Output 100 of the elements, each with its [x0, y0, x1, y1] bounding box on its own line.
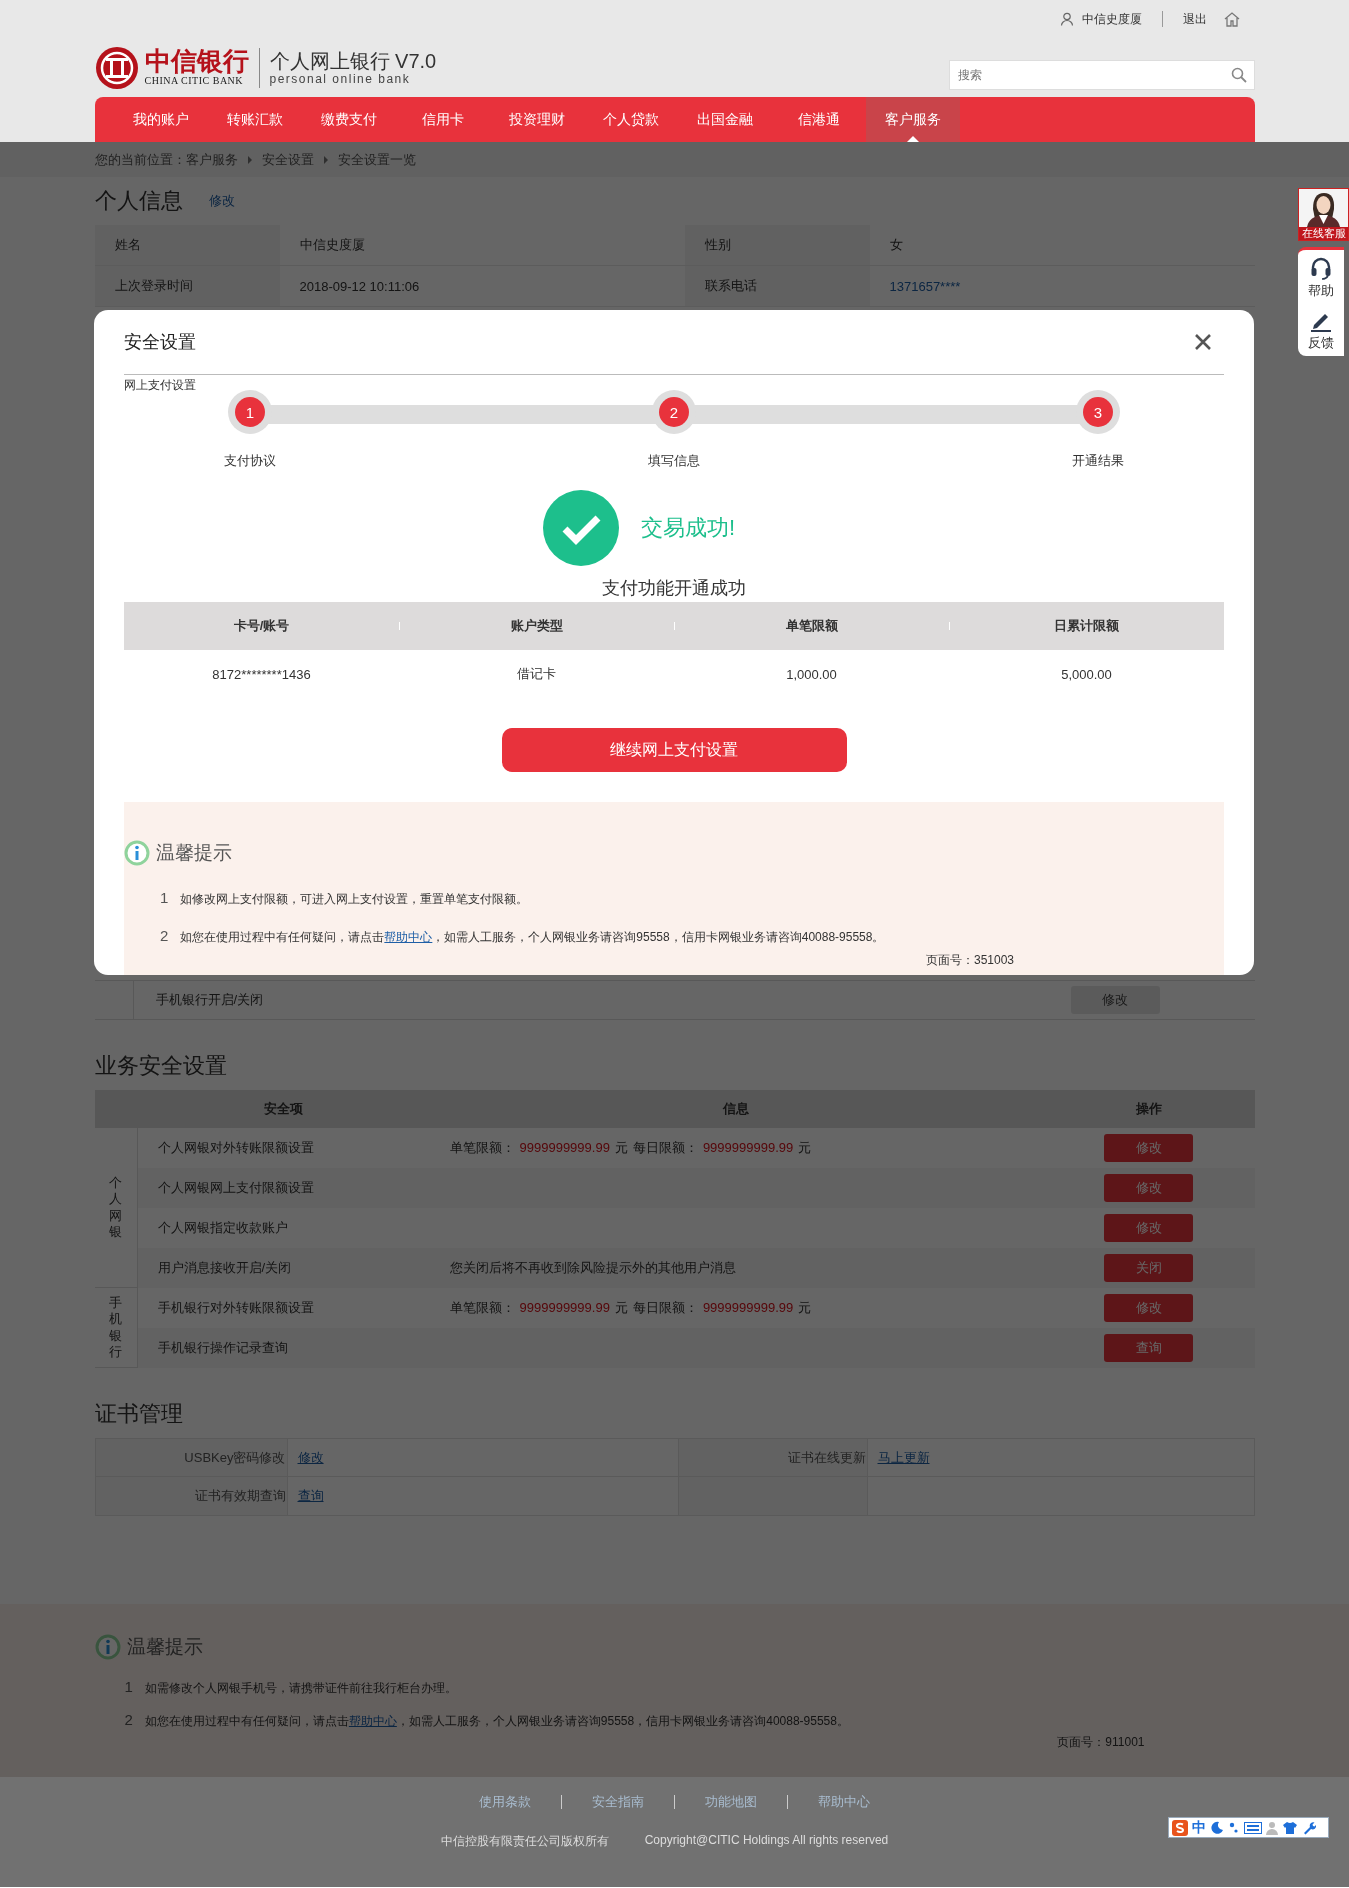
logout-link[interactable]: 退出 — [1182, 10, 1207, 28]
step-marker: 2 — [652, 390, 696, 434]
home-icon[interactable] — [1222, 11, 1241, 27]
wrench-icon[interactable] — [1302, 1820, 1316, 1835]
table-cell-text: 单笔限额： 9999999999.99 元 每日限额： 9999999999.99 元 — [449, 1299, 813, 1317]
list-number: 2 — [124, 1711, 133, 1728]
keyboard-icon[interactable] — [1244, 1821, 1262, 1834]
moon-icon[interactable] — [1210, 1820, 1224, 1835]
search-icon[interactable] — [1230, 66, 1247, 83]
search-field[interactable]: 搜索 — [948, 59, 1255, 90]
punctuation-icon[interactable] — [1228, 1820, 1240, 1835]
company-text: 中信控股有限责任公司版权所有 — [440, 1833, 609, 1850]
edit-button[interactable]: 关闭 — [1104, 1254, 1193, 1282]
nav-tab[interactable]: 出国金融 — [677, 97, 772, 142]
table-cell-text: 8172********1436 — [211, 665, 312, 684]
table-cell-text: 您关闭后将不再收到除风险提示外的其他用户消息 — [449, 1259, 737, 1277]
nav-tab[interactable]: 客户服务 — [865, 97, 960, 142]
tips-title: 温馨提示 — [156, 841, 232, 865]
edit-link[interactable]: 修改 — [208, 192, 235, 210]
breadcrumb-item[interactable]: 安全设置 — [261, 150, 314, 169]
column-header: 操作 — [1134, 1100, 1163, 1118]
nav-tab[interactable]: 投资理财 — [489, 97, 584, 142]
table-cell-text: 5,000.00 — [1060, 665, 1113, 684]
nav-tab[interactable]: 信用卡 — [395, 97, 490, 142]
side-link[interactable]: 帮助 — [1308, 282, 1334, 300]
close-icon[interactable] — [1194, 333, 1212, 351]
continue-button[interactable]: 继续网上支付设置 — [501, 728, 847, 772]
section-title: 业务安全设置 — [94, 1052, 227, 1080]
edit-button[interactable]: 修改 — [1104, 1294, 1193, 1322]
column-header: 信息 — [721, 1100, 750, 1118]
product-title: 个人网上银行 V7.0 — [269, 49, 437, 72]
customer-service-card[interactable]: 在线客服 — [1298, 188, 1349, 241]
step-marker: 3 — [1076, 390, 1120, 434]
table-cell: 手机银行对外转账限额设置 — [157, 1299, 314, 1317]
column-header: 卡号/账号 — [124, 602, 399, 650]
section-title: 证书管理 — [94, 1400, 183, 1428]
table-cell: 性别 — [684, 225, 870, 266]
table-cell-text: 借记卡 — [516, 665, 557, 683]
table-cell: 2018-09-12 10:11:06 — [279, 266, 685, 307]
nav-tab[interactable]: 缴费支付 — [301, 97, 396, 142]
list-number: 1 — [160, 889, 169, 906]
help-center-link[interactable]: 帮助中心 — [348, 1714, 397, 1728]
table-cell: 个人网银对外转账限额设置 — [157, 1139, 314, 1157]
table-cell: 手机银行操作记录查询 — [157, 1339, 288, 1357]
step-label: 支付协议 — [224, 452, 276, 470]
page-number: 页面号：911001 — [1057, 1735, 1145, 1749]
column-header: 单笔限额 — [674, 602, 949, 650]
user-icon — [1059, 12, 1074, 26]
copyright-text: Copyright@CITIC Holdings All rights reserved — [644, 1833, 889, 1849]
edit-button[interactable]: 查询 — [1104, 1334, 1193, 1362]
column-header: 账户类型 — [399, 602, 674, 650]
nav-tab[interactable]: 我的账户 — [113, 97, 208, 142]
page-number: 页面号：351003 — [925, 953, 1014, 967]
nav-tab[interactable]: 转账汇款 — [207, 97, 302, 142]
bank-name-english: CHINA CITIC BANK — [144, 75, 245, 86]
column-header: 日累计限额 — [949, 602, 1224, 650]
success-check-icon — [542, 490, 619, 566]
ime-mode[interactable]: 中 — [1192, 1818, 1206, 1837]
section-title: 个人信息 — [94, 187, 183, 215]
shirt-icon[interactable] — [1282, 1820, 1298, 1835]
list-number: 1 — [124, 1678, 133, 1695]
tip-text: 如您在使用过程中有任何疑问，请点击帮助中心，如需人工服务，个人网银业务请咨询95558，信用卡网银业务请咨询40088-95558。 — [180, 929, 885, 946]
list-number: 2 — [160, 927, 169, 944]
tip-text: 如修改网上支付限额，可进入网上支付设置，重置单笔支付限额。 — [180, 891, 529, 908]
group-cell: 个人网银 — [94, 1128, 138, 1288]
info-icon — [94, 1634, 121, 1660]
step-label: 填写信息 — [648, 452, 700, 470]
action-link[interactable]: 修改 — [297, 1449, 324, 1467]
edit-button[interactable]: 修改 — [1104, 1214, 1193, 1242]
footer-link[interactable]: 安全指南 — [562, 1793, 674, 1811]
field-label: USBKey密码修改 — [184, 1449, 286, 1467]
nav-tab[interactable]: 信港通 — [771, 97, 866, 142]
column-header: 安全项 — [263, 1100, 304, 1118]
table-cell: 用户消息接收开启/关闭 — [157, 1259, 292, 1277]
table-cell: 女 — [869, 225, 1255, 266]
dialog-subtitle: 网上支付设置 — [124, 378, 196, 392]
ime-logo-icon[interactable] — [1172, 1819, 1188, 1836]
user-name: 中信史度厦 — [1081, 10, 1142, 28]
bank-name: 中信银行 — [144, 49, 249, 75]
table-cell-text: 1,000.00 — [785, 665, 838, 684]
footer-link[interactable]: 功能地图 — [675, 1793, 787, 1811]
nav-tab[interactable]: 个人贷款 — [583, 97, 678, 142]
side-link[interactable]: 反馈 — [1308, 334, 1334, 352]
tip-text: 如需修改个人网银手机号，请携带证件前往我行柜台办理。 — [144, 1680, 457, 1697]
edit-button[interactable]: 修改 — [1104, 1134, 1193, 1162]
action-link[interactable]: 马上更新 — [877, 1449, 930, 1467]
help-center-link[interactable]: 帮助中心 — [384, 930, 433, 944]
footer-link[interactable]: 帮助中心 — [788, 1793, 900, 1811]
tip-text: 如您在使用过程中有任何疑问，请点击帮助中心，如需人工服务，个人网银业务请咨询95558，信用卡网银业务请咨询40088-95558。 — [144, 1713, 849, 1730]
dialog-title: 安全设置 — [124, 331, 196, 354]
field-label: 证书有效期查询 — [194, 1487, 286, 1505]
action-link[interactable]: 查询 — [297, 1487, 324, 1505]
edit-button[interactable]: 修改 — [1104, 1174, 1193, 1202]
tips-title: 温馨提示 — [126, 1635, 203, 1659]
footer-link[interactable]: 使用条款 — [449, 1793, 561, 1811]
step-marker: 1 — [228, 390, 272, 434]
table-cell: 1371657**** — [869, 266, 1255, 307]
breadcrumb-item: 您的当前位置：客户服务 — [94, 150, 238, 169]
info-icon — [124, 840, 150, 866]
result-message: 支付功能开通成功 — [602, 578, 746, 598]
